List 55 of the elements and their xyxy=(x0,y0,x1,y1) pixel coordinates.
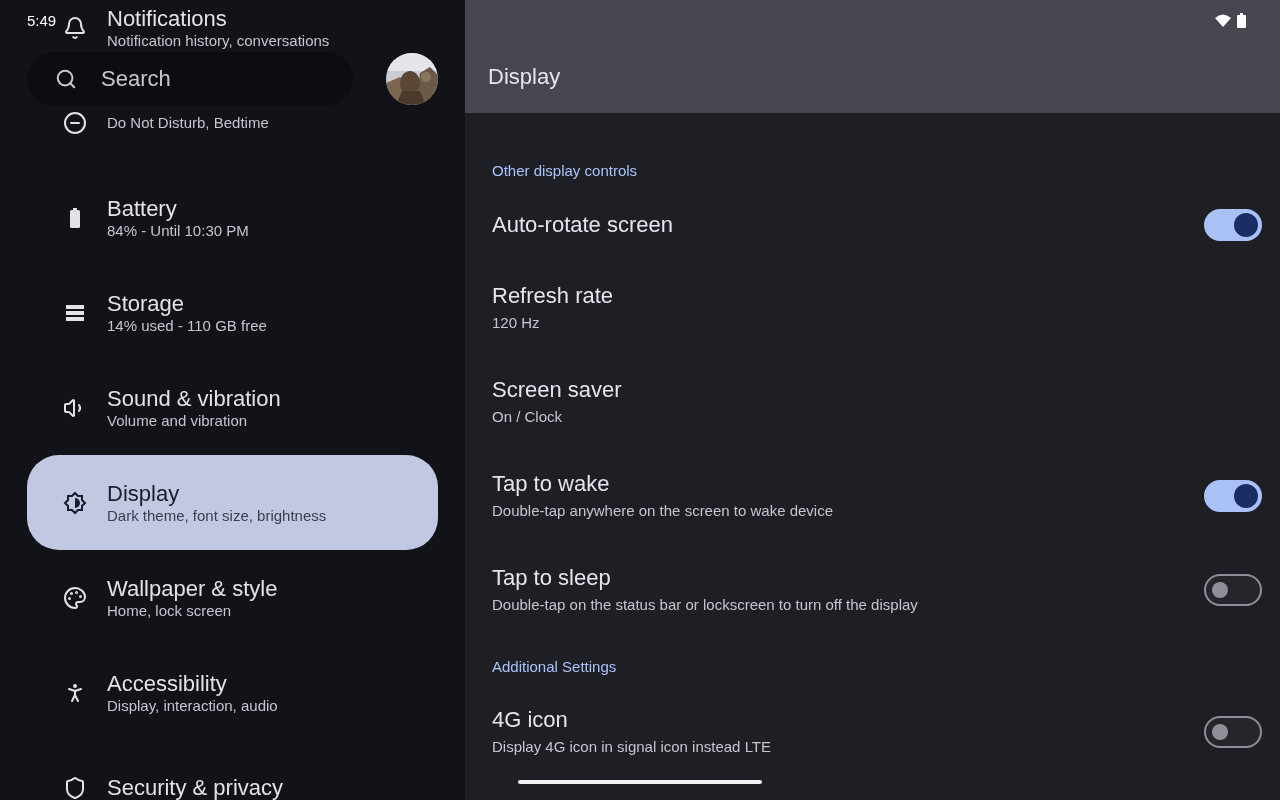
brightness-icon xyxy=(63,490,87,515)
navigation-handle[interactable] xyxy=(518,780,762,784)
setting-summary: Double-tap anywhere on the screen to wake device xyxy=(492,501,834,521)
setting-title: Screen saver xyxy=(492,377,622,403)
setting-title: Tap to sleep xyxy=(492,565,612,591)
item-title: Wallpaper & style xyxy=(107,575,278,602)
item-title: Notifications xyxy=(107,5,228,32)
bell-icon xyxy=(63,15,87,40)
toggle-switch[interactable] xyxy=(1204,209,1262,241)
minus-circle-icon xyxy=(63,110,87,135)
item-subtitle: 14% used - 110 GB free xyxy=(107,316,267,335)
toggle-switch[interactable] xyxy=(1204,716,1262,748)
page-title: Display xyxy=(488,63,561,91)
settings-item[interactable]: Security & privacy xyxy=(63,774,438,800)
setting-summary: On / Clock xyxy=(492,407,564,427)
clock-time: 5:49 xyxy=(27,11,57,31)
item-title: Display xyxy=(107,480,181,507)
setting-title: Refresh rate xyxy=(492,283,614,309)
item-subtitle: 84% - Until 10:30 PM xyxy=(107,221,249,240)
item-subtitle: Do Not Disturb, Bedtime xyxy=(107,113,269,132)
battery-icon xyxy=(1237,13,1246,28)
setting-title: 4G icon xyxy=(492,707,569,733)
wifi-icon xyxy=(1215,14,1231,27)
item-subtitle: Volume and vibration xyxy=(107,411,249,430)
search-bar[interactable]: Search xyxy=(27,52,353,106)
settings-item[interactable]: Accessibility Display, interaction, audio xyxy=(63,670,438,715)
section-header: Additional Settings xyxy=(492,657,617,677)
item-title: Accessibility xyxy=(107,670,228,697)
item-subtitle: Display, interaction, audio xyxy=(107,696,278,715)
settings-item[interactable]: Battery 84% - Until 10:30 PM xyxy=(63,195,438,240)
item-title: Sound & vibration xyxy=(107,385,281,412)
toggle-switch[interactable] xyxy=(1204,480,1262,512)
item-title: Battery xyxy=(107,195,178,222)
settings-item[interactable]: Do Not Disturb, Bedtime xyxy=(63,110,438,135)
settings-item[interactable]: Display Dark theme, font size, brightness xyxy=(27,455,438,550)
shield-icon xyxy=(63,775,87,800)
item-title: Security & privacy xyxy=(107,774,284,800)
settings-item[interactable]: Notifications Notification history, conversations xyxy=(63,5,438,50)
search-icon xyxy=(55,68,77,90)
settings-item[interactable]: Wallpaper & style Home, lock screen xyxy=(63,575,438,620)
setting-summary: Double-tap on the status bar or lockscreen to turn off the display xyxy=(492,595,918,615)
setting-title: Tap to wake xyxy=(492,471,611,497)
setting-summary: 120 Hz xyxy=(492,313,541,333)
settings-item[interactable]: Storage 14% used - 110 GB free xyxy=(63,290,438,335)
item-subtitle: Dark theme, font size, brightness xyxy=(107,506,327,525)
palette-icon xyxy=(63,585,87,610)
settings-item[interactable]: Sound & vibration Volume and vibration xyxy=(63,385,438,430)
section-header: Other display controls xyxy=(492,161,638,181)
item-subtitle: Home, lock screen xyxy=(107,601,233,620)
item-subtitle: Notification history, conversations xyxy=(107,31,330,50)
setting-title: Auto-rotate screen xyxy=(492,212,673,238)
toggle-switch[interactable] xyxy=(1204,574,1262,606)
setting-summary: Display 4G icon in signal icon instead LTE xyxy=(492,737,772,757)
item-title: Storage xyxy=(107,290,186,317)
search-placeholder: Search xyxy=(101,66,171,92)
